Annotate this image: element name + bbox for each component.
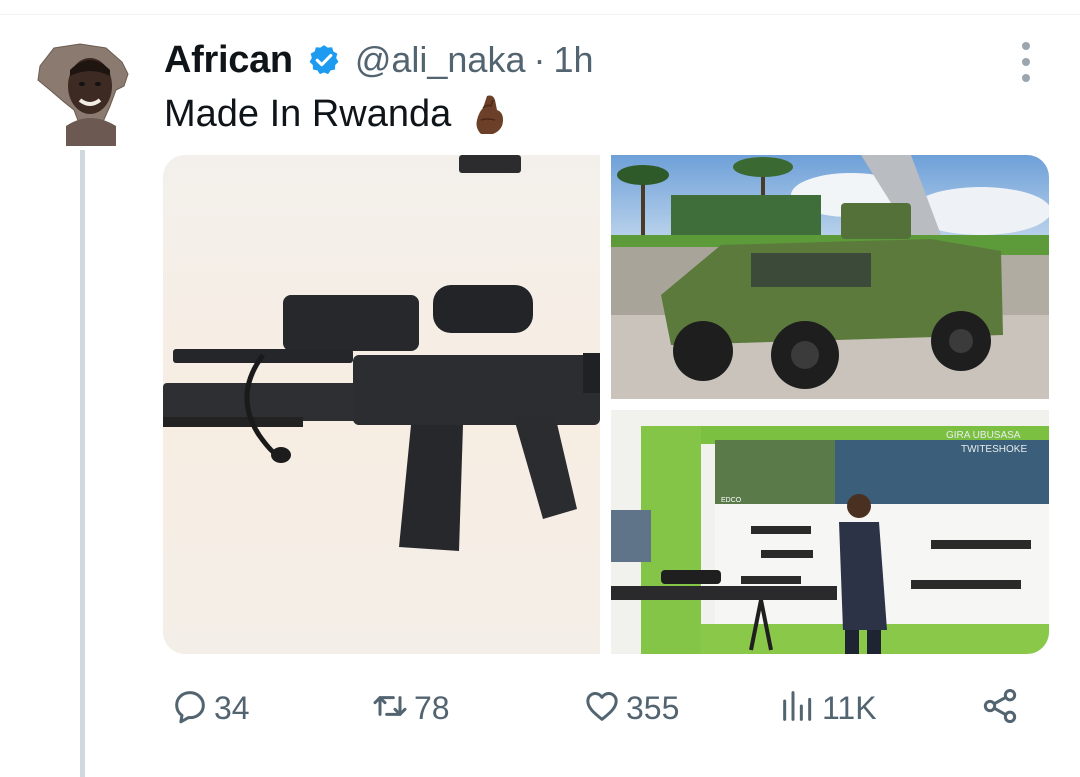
banner-logo: EDCO [721,497,742,504]
share-icon [980,686,1020,731]
display-name[interactable]: African [164,39,293,82]
views-count: 11K [822,689,877,726]
banner-text-1: GIRA UBUSASA [946,430,1021,441]
thread-line [80,150,85,777]
post-time[interactable]: 1h [553,39,593,81]
repost-count: 78 [414,689,450,726]
views-icon [778,686,818,731]
share-button[interactable] [980,676,1020,740]
banner-text-2: TWITESHOKE [961,444,1027,455]
weapons-exhibition-photo[interactable]: GIRA UBUSASA TWITESHOKE EDCO [611,410,1049,654]
top-divider [0,14,1080,15]
views-button[interactable]: 11K [778,676,877,740]
like-count: 355 [626,689,680,726]
header-separator: · [533,39,546,80]
avatar[interactable] [36,40,134,146]
reply-count: 34 [214,689,250,726]
reply-button[interactable]: 34 [170,676,250,740]
verified-badge-icon [307,43,341,77]
repost-button[interactable]: 78 [370,676,450,740]
like-icon [582,686,622,731]
tweet-actions: 34 78 355 11K [164,676,1034,740]
tweet-header: African @ali_naka · 1h [164,32,594,88]
armored-vehicle-photo[interactable] [611,155,1049,399]
rifle-photo[interactable] [163,155,600,654]
author-handle[interactable]: @ali_naka [355,39,526,81]
pinched-fingers-emoji [467,92,511,136]
like-button[interactable]: 355 [582,676,679,740]
tweet-text-content: Made In Rwanda [164,93,452,135]
more-icon[interactable] [1012,42,1040,82]
reply-icon [170,686,210,731]
media-grid: GIRA UBUSASA TWITESHOKE EDCO [163,155,1049,654]
tweet-text: Made In Rwanda [164,92,511,136]
repost-icon [370,686,410,731]
